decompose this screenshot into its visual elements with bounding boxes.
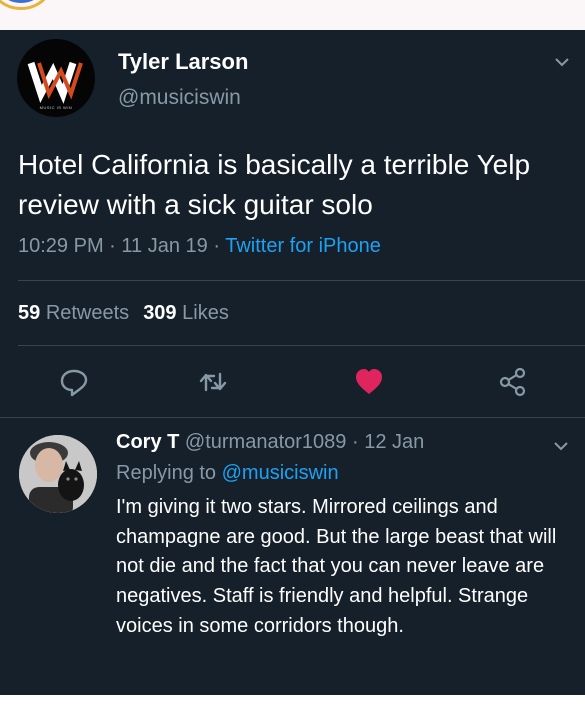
tweet-time: 10:29 PM bbox=[18, 235, 104, 257]
tweet-meta: 10:29 PM · 11 Jan 19 · Twitter for iPhon… bbox=[18, 235, 381, 258]
reply-text: I'm giving it two stars. Mirrored ceilin… bbox=[116, 496, 557, 637]
author-display-name[interactable]: Tyler Larson bbox=[118, 49, 248, 75]
app-logo-icon bbox=[0, 0, 56, 10]
likes-count: 309 bbox=[143, 302, 177, 324]
author-handle[interactable]: @musiciswin bbox=[118, 86, 241, 110]
top-strip bbox=[0, 0, 585, 30]
avatar-caption: MUSIC IS WIN bbox=[39, 105, 73, 110]
retweets-count: 59 bbox=[18, 302, 41, 324]
retweet-icon[interactable] bbox=[197, 366, 229, 398]
tweet-stats: 59 Retweets 309 Likes bbox=[18, 302, 229, 325]
likes-stat[interactable]: 309 Likes bbox=[143, 302, 229, 324]
divider bbox=[18, 345, 585, 346]
chevron-down-icon[interactable] bbox=[553, 438, 569, 454]
divider bbox=[18, 280, 585, 281]
like-icon[interactable] bbox=[353, 366, 385, 398]
reply-date: 12 Jan bbox=[364, 431, 425, 453]
chevron-down-icon[interactable] bbox=[554, 54, 570, 70]
meta-separator: · bbox=[109, 235, 116, 257]
reply-icon[interactable] bbox=[58, 366, 90, 398]
reply-author-name[interactable]: Cory T bbox=[116, 431, 179, 453]
reply-header: Cory T @turmanator1089 · 12 Jan bbox=[116, 431, 424, 454]
user-avatar[interactable]: MUSIC IS WIN bbox=[17, 39, 95, 117]
replying-prefix: Replying to bbox=[116, 462, 217, 484]
reply-author-handle[interactable]: @turmanator1089 bbox=[185, 431, 347, 453]
retweets-stat[interactable]: 59 Retweets bbox=[18, 302, 129, 324]
bottom-strip bbox=[0, 695, 585, 717]
tweet-source-link[interactable]: Twitter for iPhone bbox=[225, 235, 381, 257]
divider bbox=[0, 417, 585, 418]
likes-label: Likes bbox=[182, 302, 229, 324]
tweet-date: 11 Jan 19 bbox=[121, 235, 208, 257]
meta-separator: · bbox=[213, 235, 221, 257]
person-with-dog-icon bbox=[19, 435, 97, 513]
replying-handle-link[interactable]: @musiciswin bbox=[222, 462, 339, 484]
share-icon[interactable] bbox=[497, 366, 529, 398]
reply-user-avatar[interactable] bbox=[19, 435, 97, 513]
tweet-detail-view: MUSIC IS WIN Tyler Larson @musiciswin Ho… bbox=[0, 30, 585, 695]
retweets-label: Retweets bbox=[45, 302, 130, 324]
meta-separator: · bbox=[351, 431, 359, 453]
replying-to: Replying to @musiciswin bbox=[116, 462, 339, 485]
tweet-text: Hotel California is basically a terrible… bbox=[18, 149, 531, 220]
